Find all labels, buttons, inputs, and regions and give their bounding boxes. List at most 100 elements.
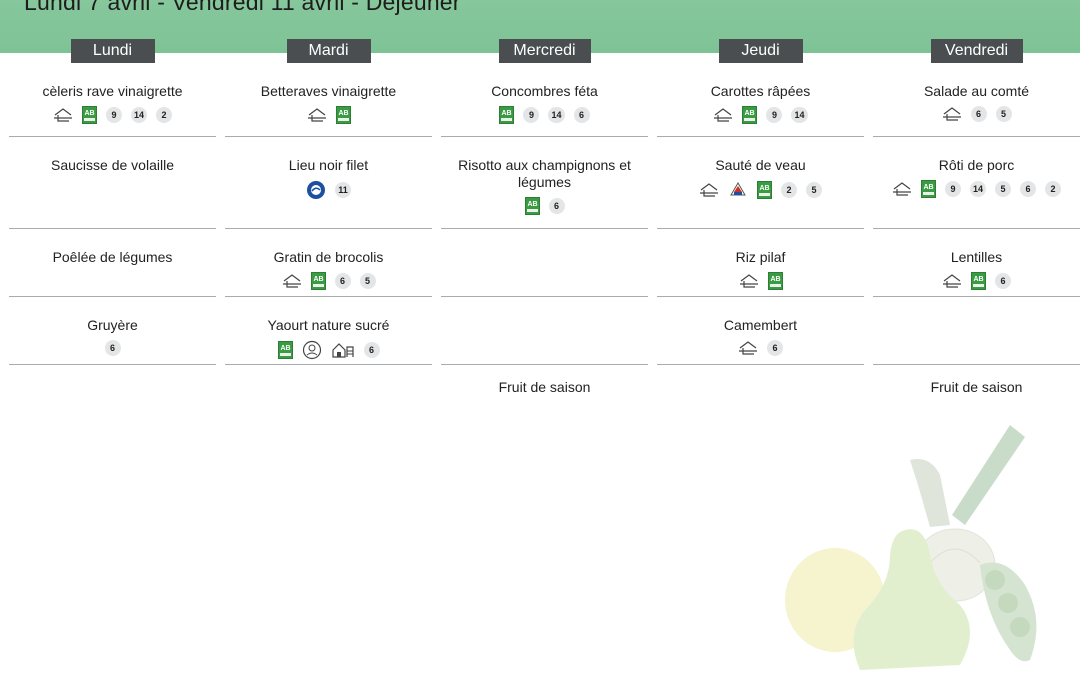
ferme-icon bbox=[331, 341, 355, 359]
producteur-local-icon bbox=[302, 340, 322, 360]
menu-slot: Sauté de veau AB 2 5 bbox=[657, 137, 864, 229]
allergen-badge: 14 bbox=[130, 107, 147, 123]
dish-name: Sauté de veau bbox=[715, 157, 806, 173]
svg-text:AB: AB bbox=[770, 276, 780, 283]
day-column-mardi: Mardi Betteraves vinaigrette AB Lieu noir f… bbox=[225, 39, 432, 405]
day-header: Jeudi bbox=[718, 39, 803, 63]
svg-text:AB: AB bbox=[759, 185, 769, 192]
svg-text:AB: AB bbox=[502, 110, 512, 117]
day-column-mercredi: Mercredi Concombres féta AB 9 14 6 Risotto aux… bbox=[441, 39, 648, 405]
dish-name: Yaourt nature sucré bbox=[267, 317, 390, 333]
dish-labels: AB bbox=[225, 106, 432, 124]
menu-slot: Salade au comté 6 5 bbox=[873, 63, 1080, 137]
bio-ab-icon: AB bbox=[499, 106, 515, 124]
svg-text:AB: AB bbox=[745, 110, 755, 117]
allergen-badge: 6 bbox=[1020, 181, 1036, 197]
svg-text:AB: AB bbox=[973, 276, 983, 283]
fait-maison-icon bbox=[892, 181, 912, 197]
allergen-badge: 5 bbox=[995, 106, 1012, 122]
dish-labels: 11 bbox=[225, 180, 432, 200]
menu-slot bbox=[657, 365, 864, 405]
dish-name: Fruit de saison bbox=[930, 379, 1023, 395]
bio-ab-icon: AB bbox=[920, 180, 936, 198]
allergen-badge: 6 bbox=[767, 340, 783, 356]
allergen-badge: 6 bbox=[970, 106, 987, 122]
menu-slot: cèleris rave vinaigrette AB 9 14 2 bbox=[9, 63, 216, 137]
fait-maison-icon bbox=[739, 273, 759, 289]
menu-slot bbox=[225, 365, 432, 405]
svg-text:AB: AB bbox=[527, 201, 537, 208]
menu-slot: Rôti de porc AB 9 14 5 6 2 bbox=[873, 137, 1080, 229]
fait-maison-icon bbox=[713, 107, 733, 123]
dish-name: Gruyère bbox=[87, 317, 138, 333]
day-column-vendredi: Vendredi Salade au comté 6 5 Rôti de porc AB 9… bbox=[873, 39, 1080, 405]
dish-name: Lentilles bbox=[950, 249, 1003, 265]
allergen-badge: 6 bbox=[363, 342, 380, 358]
menu-slot: Lentilles AB 6 bbox=[873, 229, 1080, 297]
allergen-badge: 9 bbox=[766, 107, 783, 123]
day-header: Mercredi bbox=[498, 39, 591, 63]
dish-labels: 65 bbox=[873, 106, 1080, 122]
menu-slot: Lieu noir filet 11 bbox=[225, 137, 432, 229]
dish-labels: AB 6 bbox=[225, 340, 432, 360]
allergen-badge: 6 bbox=[548, 198, 565, 214]
allergen-badge: 14 bbox=[791, 107, 808, 123]
fait-maison-icon bbox=[53, 107, 73, 123]
allergen-badge: 6 bbox=[334, 273, 351, 289]
fait-maison-icon bbox=[738, 340, 758, 356]
menu-slot bbox=[9, 365, 216, 405]
week-menu-grid: Lundi cèleris rave vinaigrette AB 9 14 2 Sauci… bbox=[0, 39, 1080, 405]
allergen-badge: 14 bbox=[548, 107, 565, 123]
bio-ab-icon: AB bbox=[310, 272, 326, 290]
allergen-badge: 5 bbox=[806, 182, 822, 198]
dish-labels: 6 bbox=[657, 340, 864, 356]
menu-slot bbox=[873, 297, 1080, 365]
menu-slot bbox=[441, 229, 648, 297]
menu-slot: Poêlée de légumes bbox=[9, 229, 216, 297]
dish-name: Betteraves vinaigrette bbox=[260, 83, 397, 99]
bio-ab-icon: AB bbox=[277, 341, 293, 359]
menu-slot: Riz pilaf AB bbox=[657, 229, 864, 297]
svg-text:AB: AB bbox=[923, 184, 933, 191]
bio-ab-icon: AB bbox=[757, 181, 772, 199]
menu-slot: Saucisse de volaille bbox=[9, 137, 216, 229]
menu-slot: Fruit de saison bbox=[873, 365, 1080, 405]
day-header: Lundi bbox=[70, 39, 155, 63]
day-header: Mardi bbox=[286, 39, 371, 63]
menu-slot: Camembert 6 bbox=[657, 297, 864, 365]
dish-name: Salade au comté bbox=[923, 83, 1030, 99]
dish-name: Rôti de porc bbox=[938, 157, 1015, 173]
dish-name: Concombres féta bbox=[491, 83, 598, 99]
allergen-badge: 11 bbox=[335, 182, 351, 198]
menu-slot: Fruit de saison bbox=[441, 365, 648, 405]
dish-labels: AB 9 14 6 bbox=[441, 106, 648, 124]
msc-peche-durable-icon bbox=[306, 180, 326, 200]
allergen-badge: 2 bbox=[156, 107, 172, 123]
allergen-badge: 9 bbox=[523, 107, 540, 123]
bio-ab-icon: AB bbox=[524, 197, 540, 215]
dish-name: Saucisse de volaille bbox=[51, 157, 174, 173]
svg-text:AB: AB bbox=[338, 110, 348, 117]
dish-labels: AB 9 14 5 6 2 bbox=[873, 180, 1080, 198]
viande-francaise-icon bbox=[728, 180, 748, 200]
menu-slot: Carottes râpées AB 9 14 bbox=[657, 63, 864, 137]
menu-slot: Yaourt nature sucré AB 6 bbox=[225, 297, 432, 365]
allergen-badge: 9 bbox=[944, 181, 961, 197]
dish-labels: AB 9 14 bbox=[657, 106, 864, 124]
fruits-vegetables-illustration bbox=[785, 425, 1037, 670]
allergen-badge: 2 bbox=[1045, 181, 1061, 197]
dish-name: Camembert bbox=[723, 317, 798, 333]
day-column-jeudi: Jeudi Carottes râpées AB 9 14 Sauté de veau AB… bbox=[657, 39, 864, 405]
dish-name: cèleris rave vinaigrette bbox=[42, 83, 183, 99]
fait-maison-icon bbox=[307, 107, 327, 123]
dish-labels: AB 6 bbox=[441, 197, 648, 215]
dish-name: Risotto aux champignons et légumes bbox=[458, 157, 631, 190]
fait-maison-icon bbox=[942, 273, 962, 289]
bio-ab-icon: AB bbox=[81, 106, 97, 124]
allergen-badge: 6 bbox=[573, 107, 590, 123]
bio-ab-icon: AB bbox=[971, 272, 986, 290]
dish-labels: AB 9 14 2 bbox=[9, 106, 216, 124]
fait-maison-icon bbox=[942, 106, 962, 122]
menu-slot: Risotto aux champignons et légumes AB 6 bbox=[441, 137, 648, 229]
svg-text:AB: AB bbox=[313, 276, 323, 283]
